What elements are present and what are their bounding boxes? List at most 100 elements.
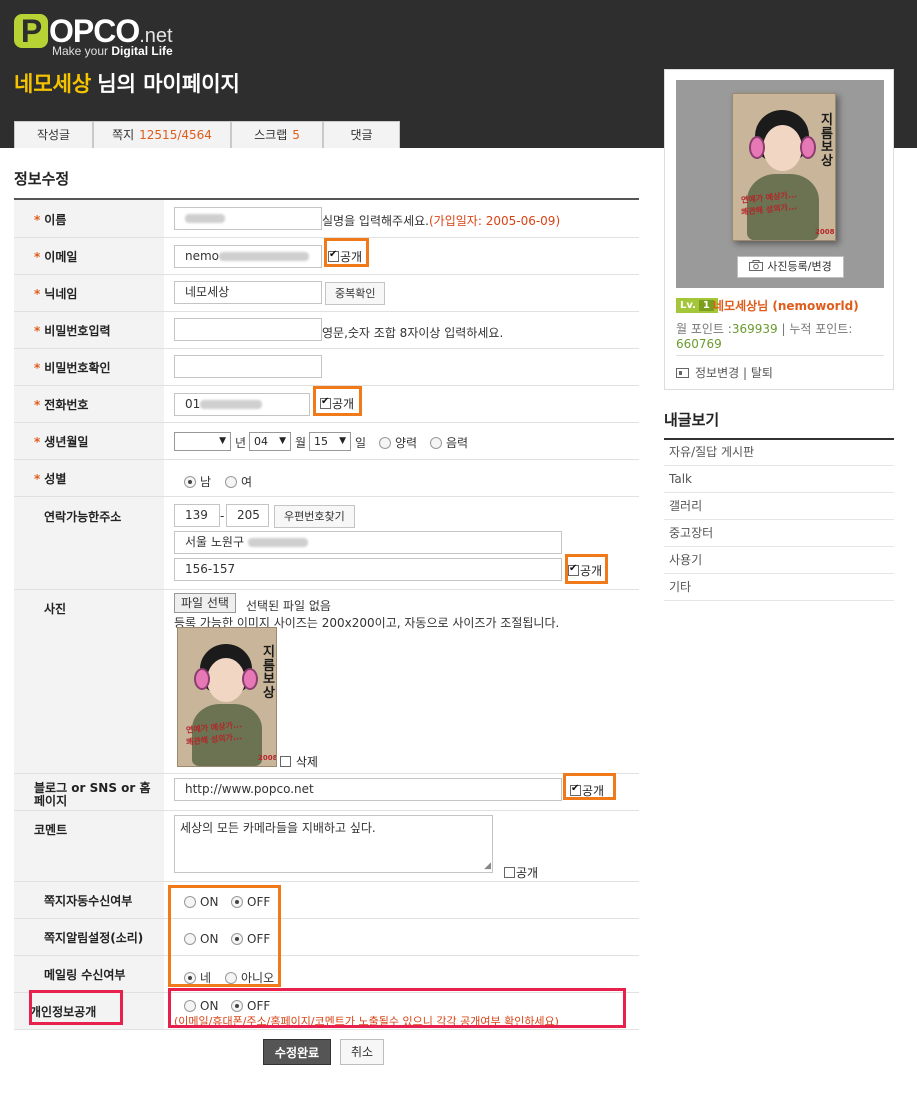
redacted-text <box>200 400 263 409</box>
name-input[interactable] <box>174 207 322 230</box>
profile-links: 정보변경 | 탈퇴 <box>676 364 773 381</box>
blog-input[interactable]: http://www.popco.net <box>174 778 562 801</box>
input-value: 156-157 <box>185 562 236 576</box>
cell-gender: 남 여 <box>174 460 639 496</box>
photo-delete-checkbox[interactable]: 삭제 <box>280 753 318 770</box>
highlight-notification-settings <box>168 885 281 987</box>
required-mark: * <box>34 472 41 486</box>
zip1-input[interactable]: 139 <box>174 504 220 527</box>
label-message-sound: 쪽지알림설정(소리) <box>44 931 144 945</box>
address-line1-input[interactable]: 서울 노원구 <box>174 531 562 554</box>
comment-textarea[interactable]: 세상의 모든 카메라들을 지배하고 싶다. ◢ <box>174 815 493 873</box>
radio-solar[interactable]: 양력 <box>379 434 417 451</box>
label-email: * 이메일 <box>34 248 77 265</box>
label-auto-message: 쪽지자동수신여부 <box>44 894 133 908</box>
nickname-check-button[interactable]: 중복확인 <box>325 282 386 305</box>
row-label-bg: * 닉네임 <box>14 275 164 311</box>
submit-button[interactable]: 수정완료 <box>263 1039 331 1065</box>
page-title-suffix: 님의 마이페이지 <box>97 72 240 96</box>
resize-grip-icon[interactable]: ◢ <box>484 861 491 871</box>
radio-label: 여 <box>241 475 253 489</box>
row-auto-message: 쪽지자동수신여부 ON OFF <box>14 882 639 919</box>
row-message-sound: 쪽지알림설정(소리) ON OFF <box>14 919 639 956</box>
profile-points: 월 포인트 :369939 | 누적 포인트: 660769 <box>676 322 856 352</box>
highlight-privacy-label <box>29 990 123 1025</box>
birth-month-select[interactable]: 04 ▼ <box>249 432 291 451</box>
level-prefix: Lv. <box>680 300 696 311</box>
tab-posts[interactable]: 작성글 <box>14 121 93 148</box>
tagline-bold: Digital Life <box>111 44 173 58</box>
logo-tagline: Make your Digital Life <box>52 44 173 58</box>
radio-lunar[interactable]: 음력 <box>430 434 468 451</box>
address-line2-input[interactable]: 156-157 <box>174 558 562 581</box>
my-posts-item-free-board[interactable]: 자유/질답 게시판 <box>664 439 894 466</box>
label-mailing: 메일링 수신여부 <box>44 968 126 982</box>
highlight-email-public <box>324 238 369 267</box>
label-text: 닉네임 <box>44 287 78 301</box>
profile-photo-image: 지름보상 연예가 예상가... 쾌관해 성의가... 2008 <box>732 93 836 241</box>
email-input[interactable]: nemo <box>174 245 322 268</box>
row-password-confirm: * 비밀번호확인 <box>14 349 639 386</box>
tab-label: 댓글 <box>350 128 373 142</box>
profile-name: 네모세상님 (nemoworld) <box>713 297 859 314</box>
help-text: 실명을 입력해주세요. <box>322 214 429 228</box>
phone-input[interactable]: 01 <box>174 393 310 416</box>
caricature-earmuff <box>800 136 816 159</box>
highlight-privacy-setting <box>168 988 626 1028</box>
year-unit: 년 <box>235 436 247 450</box>
name-help: 실명을 입력해주세요.(가입일자: 2005-06-09) <box>322 212 560 229</box>
row-name: * 이름 실명을 입력해주세요.(가입일자: 2005-06-09) <box>14 200 639 238</box>
profile-edit-form: * 이름 실명을 입력해주세요.(가입일자: 2005-06-09) * 이메일 n… <box>14 198 639 1030</box>
comment-public-checkbox[interactable]: 공개 <box>504 864 538 881</box>
password-help: 영문,숫자 조합 8자이상 입력하세요. <box>322 326 504 340</box>
caricature-title: 지름보상 <box>263 645 275 701</box>
row-label-bg: * 전화번호 <box>14 386 164 422</box>
checkbox-icon <box>280 756 291 767</box>
photo-upload-button[interactable]: 사진등록/변경 <box>737 256 844 278</box>
zip2-input[interactable]: 205 <box>226 504 269 527</box>
logo-p-mark: P <box>14 14 48 48</box>
zip-search-button[interactable]: 우편번호찾기 <box>274 505 355 528</box>
my-posts-item-market[interactable]: 중고장터 <box>664 520 894 547</box>
level-badge: Lv. 1 <box>676 298 718 313</box>
label-birth: * 생년월일 <box>34 433 88 450</box>
input-value: http://www.popco.net <box>185 782 314 796</box>
tab-messages[interactable]: 쪽지 12515/4564 <box>93 121 231 148</box>
radio-gender-female[interactable]: 여 <box>225 473 252 490</box>
label-text: 비밀번호입력 <box>44 324 111 338</box>
id-card-icon <box>676 368 689 378</box>
required-mark: * <box>34 398 41 412</box>
nickname-input[interactable]: 네모세상 <box>174 281 322 304</box>
password-confirm-input[interactable] <box>174 355 322 378</box>
withdraw-link[interactable]: 탈퇴 <box>751 366 773 380</box>
cancel-button[interactable]: 취소 <box>340 1039 384 1065</box>
radio-gender-male[interactable]: 남 <box>184 473 211 490</box>
caricature-earmuff <box>242 668 258 690</box>
day-unit: 일 <box>355 436 367 450</box>
password-input[interactable] <box>174 318 322 341</box>
file-select-button[interactable]: 파일 선택 <box>174 593 236 613</box>
row-address: 연락가능한주소 139 - 205 우편번호찾기 서울 노원구 156-157 … <box>14 497 639 590</box>
my-posts-item-talk[interactable]: Talk <box>664 466 894 493</box>
edit-profile-link[interactable]: 정보변경 <box>695 366 739 380</box>
birth-day-select[interactable]: 15 ▼ <box>309 432 351 451</box>
my-posts-item-reviews[interactable]: 사용기 <box>664 547 894 574</box>
tab-comments[interactable]: 댓글 <box>323 121 400 148</box>
radio-icon <box>379 437 391 449</box>
cell-comment: 세상의 모든 카메라들을 지배하고 싶다. ◢ 공개 <box>174 811 639 881</box>
select-value: 15 <box>314 435 328 448</box>
label-password: * 비밀번호입력 <box>34 322 111 339</box>
tab-scrap[interactable]: 스크랩 5 <box>231 121 323 148</box>
required-mark: * <box>34 361 41 375</box>
my-posts-item-etc[interactable]: 기타 <box>664 574 894 601</box>
redacted-text <box>219 252 310 261</box>
email-value: nemo <box>185 249 220 263</box>
row-nickname: * 닉네임 네모세상 중복확인 <box>14 275 639 312</box>
file-status: 선택된 파일 없음 <box>246 599 331 613</box>
caricature-earmuff <box>749 136 765 159</box>
label-comment: 코멘트 <box>34 823 68 837</box>
birth-year-select[interactable]: ▼ <box>174 432 231 451</box>
page-title: 네모세상 님의 마이페이지 <box>14 68 240 98</box>
my-posts-item-gallery[interactable]: 갤러리 <box>664 493 894 520</box>
radio-label: 양력 <box>395 436 418 450</box>
